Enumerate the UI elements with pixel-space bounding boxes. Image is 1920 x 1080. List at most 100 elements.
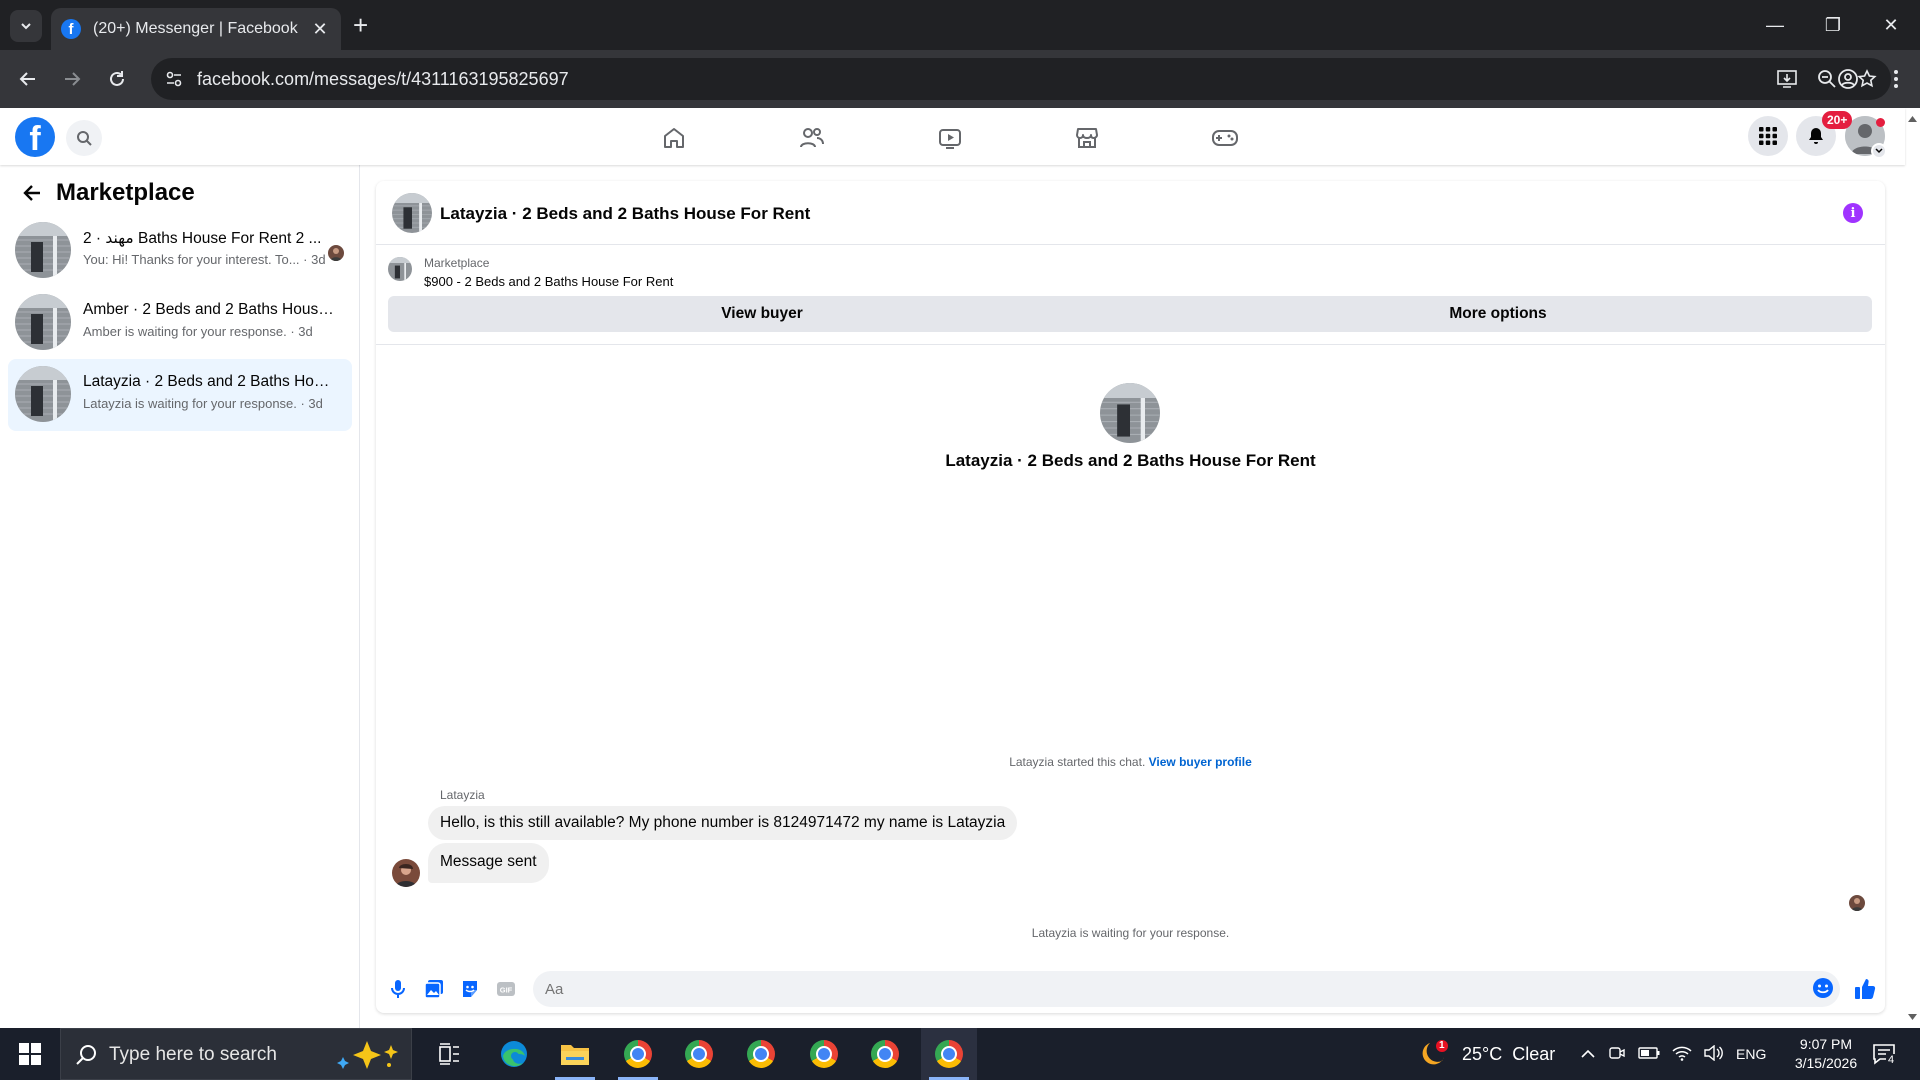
notification-count-badge: 20+ <box>1822 111 1853 129</box>
message-composer: GIF <box>376 967 1885 1013</box>
emoji-button[interactable] <box>1812 977 1834 999</box>
message-bubble[interactable]: Message sent <box>428 843 549 883</box>
close-tab-icon[interactable]: ✕ <box>309 19 331 40</box>
restore-button[interactable]: ❐ <box>1804 0 1862 50</box>
chrome-icon <box>624 1040 652 1068</box>
search-icon <box>76 1045 96 1065</box>
tab-search-button[interactable] <box>10 10 42 42</box>
conversation-name: Latayzia · 2 Beds and 2 Baths Hous... <box>83 373 338 390</box>
chrome-icon <box>871 1040 899 1068</box>
bell-icon <box>1809 128 1823 144</box>
voice-clip-button[interactable] <box>384 975 412 1003</box>
gif-button[interactable]: GIF <box>492 975 520 1003</box>
chat-intro-title: Latayzia · 2 Beds and 2 Baths House For … <box>945 451 1316 470</box>
browser-tab-bar: f (20+) Messenger | Facebook ✕ + — ❐ ✕ <box>0 0 1920 50</box>
chrome-app-profile-6[interactable] <box>921 1028 977 1080</box>
marketplace-inbox-panel: Marketplace مهند · 2 Baths House For Ren… <box>0 165 360 1028</box>
taskbar-search-box[interactable]: Type here to search <box>60 1028 412 1080</box>
attach-photo-button[interactable] <box>420 975 448 1003</box>
info-icon[interactable]: i <box>1843 203 1863 223</box>
close-window-button[interactable]: ✕ <box>1862 0 1920 50</box>
sender-avatar[interactable] <box>392 859 420 887</box>
chrome-app-profile-3[interactable] <box>733 1028 789 1080</box>
chrome-app-profile-4[interactable] <box>796 1028 852 1080</box>
new-tab-button[interactable]: + <box>353 12 368 38</box>
listing-thumbnail <box>15 366 71 422</box>
nav-marketplace-button[interactable] <box>1069 120 1105 156</box>
more-options-button[interactable]: More options <box>1124 296 1872 332</box>
wifi-icon[interactable] <box>1672 1045 1692 1064</box>
listing-price-title[interactable]: $900 - 2 Beds and 2 Baths House For Rent <box>424 274 673 289</box>
view-buyer-button[interactable]: View buyer <box>388 296 1136 332</box>
volume-icon[interactable] <box>1704 1044 1724 1064</box>
weather-widget[interactable]: 1 25°C Clear <box>1420 1028 1555 1080</box>
back-to-chats-button[interactable] <box>18 179 46 207</box>
task-view-icon <box>439 1043 459 1065</box>
menu-grid-button[interactable] <box>1748 116 1788 156</box>
facebook-logo-icon[interactable]: f <box>15 117 55 157</box>
meet-now-icon[interactable] <box>1608 1044 1626 1065</box>
chat-title[interactable]: Latayzia · 2 Beds and 2 Baths House For … <box>440 204 810 224</box>
marketplace-icon <box>1076 128 1098 148</box>
clock-date: 3/15/2026 <box>1794 1055 1858 1071</box>
battery-icon[interactable] <box>1638 1046 1660 1063</box>
chrome-app-profile-1[interactable] <box>610 1028 666 1080</box>
tab-title: (20+) Messenger | Facebook <box>93 20 298 37</box>
reload-button[interactable] <box>101 63 133 95</box>
tray-overflow-chevron-icon[interactable] <box>1580 1046 1596 1062</box>
emoji-icon <box>1813 978 1833 998</box>
sparkle-icon <box>337 1041 398 1069</box>
chrome-icon <box>935 1040 963 1068</box>
chrome-app-profile-5[interactable] <box>857 1028 913 1080</box>
view-buyer-profile-link[interactable]: View buyer profile <box>1149 755 1252 769</box>
chat-intro-avatar[interactable] <box>1100 383 1160 443</box>
notification-center-button[interactable]: 4 <box>1870 1040 1898 1068</box>
browser-tab[interactable]: f (20+) Messenger | Facebook ✕ <box>51 8 341 50</box>
chrome-app-profile-2[interactable] <box>671 1028 727 1080</box>
nav-video-button[interactable] <box>932 120 968 156</box>
back-button[interactable] <box>12 63 44 95</box>
browser-profile-button[interactable] <box>1834 65 1862 93</box>
task-view-button[interactable] <box>422 1028 478 1080</box>
conversation-item[interactable]: Amber · 2 Beds and 2 Baths House... Ambe… <box>8 287 352 359</box>
nav-gaming-button[interactable] <box>1207 120 1243 156</box>
folder-icon <box>561 1045 589 1065</box>
start-button[interactable] <box>0 1028 60 1080</box>
input-language[interactable]: ENG <box>1736 1046 1766 1062</box>
like-send-button[interactable] <box>1851 975 1879 1003</box>
edge-app[interactable] <box>486 1028 542 1080</box>
facebook-search-button[interactable] <box>66 120 102 156</box>
grid-menu-icon <box>1759 127 1777 145</box>
conversation-preview: You: Hi! Thanks for your interest. To...… <box>83 252 326 267</box>
nav-friends-button[interactable] <box>794 120 830 156</box>
url-text: facebook.com/messages/t/4311163195825697 <box>197 69 569 89</box>
gaming-icon <box>1212 130 1238 146</box>
minimize-button[interactable]: — <box>1746 0 1804 50</box>
account-alert-dot <box>1876 118 1885 127</box>
conversation-item[interactable]: مهند · 2 Baths House For Rent 2 ... You:… <box>8 215 352 287</box>
nav-home-button[interactable] <box>656 120 692 156</box>
account-caret-icon[interactable] <box>1871 143 1887 159</box>
chrome-icon <box>685 1040 713 1068</box>
system-clock[interactable]: 9:07 PM 3/15/2026 <box>1776 1035 1876 1073</box>
site-settings-icon[interactable] <box>161 66 187 92</box>
sticker-button[interactable] <box>456 975 484 1003</box>
arrow-left-icon <box>19 72 35 86</box>
gif-icon: GIF <box>497 982 515 996</box>
address-bar[interactable]: facebook.com/messages/t/4311163195825697 <box>151 58 1891 100</box>
page-scrollbar[interactable] <box>1905 108 1920 1028</box>
message-input[interactable] <box>533 971 1840 1007</box>
window-controls: — ❐ ✕ <box>1746 0 1920 50</box>
conversation-item-active[interactable]: Latayzia · 2 Beds and 2 Baths Hous... La… <box>8 359 352 431</box>
file-explorer-app[interactable] <box>547 1028 603 1080</box>
message-bubble[interactable]: Hello, is this still available? My phone… <box>428 806 1018 840</box>
read-receipt-avatar <box>1849 895 1865 911</box>
install-app-icon[interactable] <box>1773 65 1801 93</box>
chat-header-thumbnail[interactable] <box>392 193 432 233</box>
moon-icon <box>1422 1040 1448 1065</box>
panel-title: Marketplace <box>56 179 195 206</box>
search-icon <box>77 131 92 146</box>
weather-alert-badge: 1 <box>1439 1040 1445 1051</box>
browser-menu-button[interactable] <box>1886 65 1906 93</box>
forward-button[interactable] <box>56 63 88 95</box>
